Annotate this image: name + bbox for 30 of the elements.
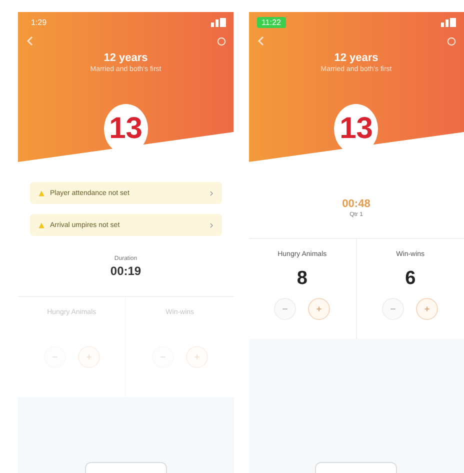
signal-battery-icon xyxy=(441,18,456,26)
plus-button[interactable] xyxy=(416,298,438,320)
minus-button[interactable] xyxy=(44,346,66,368)
back-icon[interactable] xyxy=(256,36,264,46)
chevron-icon xyxy=(208,222,214,228)
warning-icon xyxy=(38,222,45,228)
timer-value: 00:19 xyxy=(110,264,142,278)
status-time: 11:22 xyxy=(256,16,286,28)
plus-icon xyxy=(315,305,324,313)
plus-icon xyxy=(84,353,93,361)
bottom-tab[interactable] xyxy=(84,462,167,473)
plus-icon xyxy=(192,353,201,361)
title: 12 years xyxy=(334,52,378,64)
status-time: 1:29 xyxy=(30,16,48,28)
plus-button[interactable] xyxy=(308,298,330,320)
minus-button[interactable] xyxy=(274,298,296,320)
minus-button[interactable] xyxy=(382,298,404,320)
back-icon[interactable] xyxy=(26,36,34,46)
minus-button[interactable] xyxy=(152,346,174,368)
timer-value: 00:48 xyxy=(342,198,370,210)
plus-icon xyxy=(423,305,432,313)
signal-battery-icon xyxy=(210,18,226,26)
title: 12 years xyxy=(104,52,148,64)
team-score: 8 xyxy=(296,268,308,288)
settings-icon[interactable] xyxy=(447,36,456,46)
bottom-tab[interactable] xyxy=(315,462,398,473)
chevron-icon xyxy=(208,190,214,196)
settings-icon[interactable] xyxy=(216,36,226,46)
warning-icon xyxy=(38,190,45,196)
team-score: 6 xyxy=(405,268,416,288)
